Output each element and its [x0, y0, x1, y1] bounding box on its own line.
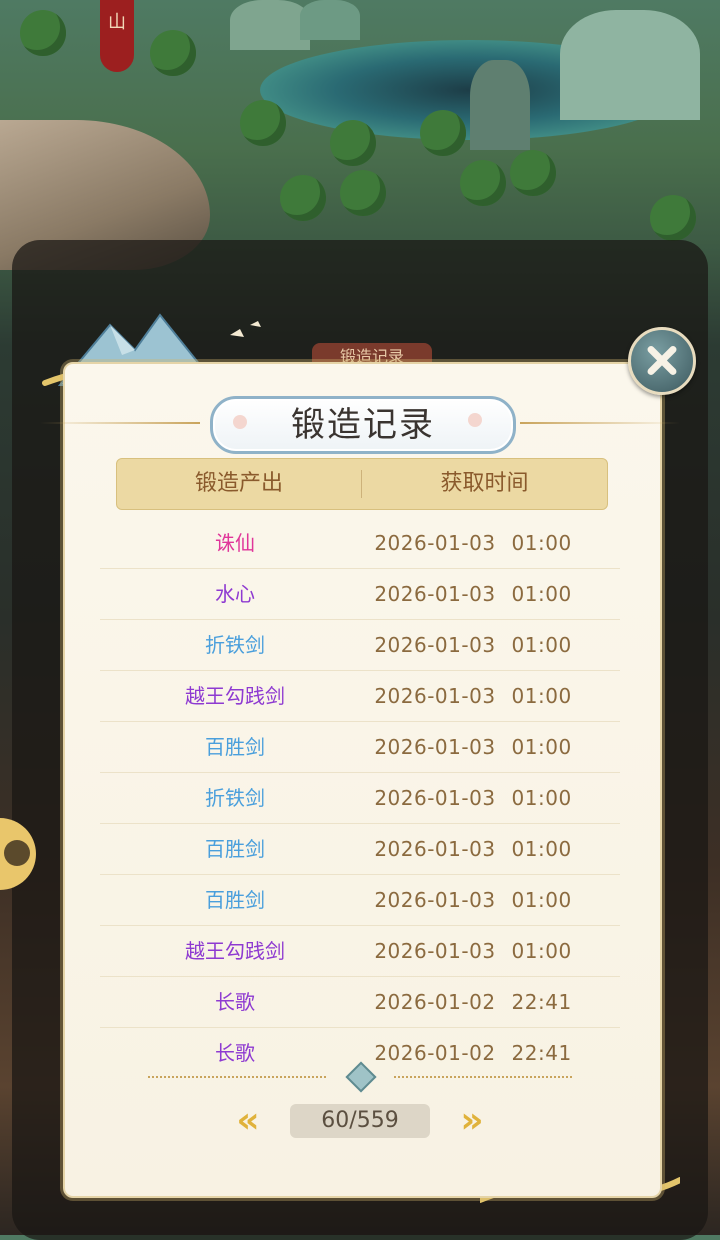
obtain-time: 2026-01-03 01:00 — [374, 582, 572, 606]
obtain-time: 2026-01-03 01:00 — [374, 684, 572, 708]
tree — [510, 150, 556, 196]
table-row: 水心 2026-01-03 01:00 — [100, 569, 620, 620]
tree — [150, 30, 196, 76]
tree — [460, 160, 506, 206]
title-divider-left — [40, 422, 200, 424]
tree — [650, 195, 696, 241]
column-header-time: 获取时间 — [440, 471, 529, 496]
table-row: 百胜剑 2026-01-03 01:00 — [100, 824, 620, 875]
tree — [280, 175, 326, 221]
item-name: 百胜剑 — [205, 837, 265, 861]
item-name: 长歌 — [215, 990, 255, 1014]
tree — [240, 100, 286, 146]
table-row: 百胜剑 2026-01-03 01:00 — [100, 875, 620, 926]
table-row: 百胜剑 2026-01-03 01:00 — [100, 722, 620, 773]
item-name: 百胜剑 — [205, 888, 265, 912]
table-header: 锻造产出 获取时间 — [116, 458, 608, 510]
dialog-title: 锻造记录 — [291, 405, 435, 445]
tree — [420, 110, 466, 156]
obtain-time: 2026-01-03 01:00 — [374, 786, 572, 810]
table-row: 折铁剑 2026-01-03 01:00 — [100, 620, 620, 671]
obtain-time: 2026-01-02 22:41 — [374, 990, 572, 1014]
table-row: 越王勾践剑 2026-01-03 01:00 — [100, 671, 620, 722]
obtain-time: 2026-01-03 01:00 — [374, 531, 572, 555]
obtain-time: 2026-01-02 22:41 — [374, 1041, 572, 1065]
title-plaque: 锻造记录 — [210, 396, 516, 454]
double-chevron-left-icon[interactable]: « — [228, 1102, 268, 1140]
obtain-time: 2026-01-03 01:00 — [374, 837, 572, 861]
table-row: 诛仙 2026-01-03 01:00 — [100, 518, 620, 569]
tree — [330, 120, 376, 166]
table-row: 越王勾践剑 2026-01-03 01:00 — [100, 926, 620, 977]
item-name: 折铁剑 — [205, 786, 265, 810]
item-name: 诛仙 — [215, 531, 255, 555]
record-list[interactable]: 诛仙 2026-01-03 01:00 水心 2026-01-03 01:00 折铁剑 2… — [100, 518, 620, 1078]
dotted-divider-right — [394, 1076, 572, 1078]
obtain-time: 2026-01-03 01:00 — [374, 633, 572, 657]
tree — [340, 170, 386, 216]
banner-char: 山 — [108, 12, 126, 33]
dotted-divider-left — [148, 1076, 326, 1078]
obtain-time: 2026-01-03 01:00 — [374, 939, 572, 963]
item-name: 百胜剑 — [205, 735, 265, 759]
title-divider-right — [520, 422, 680, 424]
close-button[interactable] — [628, 327, 696, 395]
item-name: 越王勾践剑 — [185, 939, 285, 963]
pagination: « 60/559 » — [0, 1102, 720, 1142]
table-row: 长歌 2026-01-02 22:41 — [100, 977, 620, 1028]
page-indicator: 60/559 — [290, 1104, 430, 1138]
mountain — [300, 0, 360, 40]
item-name: 水心 — [215, 582, 255, 606]
column-header-output: 锻造产出 — [194, 471, 283, 496]
double-chevron-right-icon[interactable]: » — [452, 1102, 492, 1140]
dialog-title-bar: 锻造记录 — [0, 396, 720, 454]
tree — [20, 10, 66, 56]
item-name: 长歌 — [215, 1041, 255, 1065]
item-name: 越王勾践剑 — [185, 684, 285, 708]
mountain — [470, 60, 530, 150]
obtain-time: 2026-01-03 01:00 — [374, 735, 572, 759]
location-banner: 山 — [100, 0, 134, 72]
obtain-time: 2026-01-03 01:00 — [374, 888, 572, 912]
mountain — [230, 0, 310, 50]
table-row: 折铁剑 2026-01-03 01:00 — [100, 773, 620, 824]
mountain — [560, 10, 700, 120]
item-name: 折铁剑 — [205, 633, 265, 657]
